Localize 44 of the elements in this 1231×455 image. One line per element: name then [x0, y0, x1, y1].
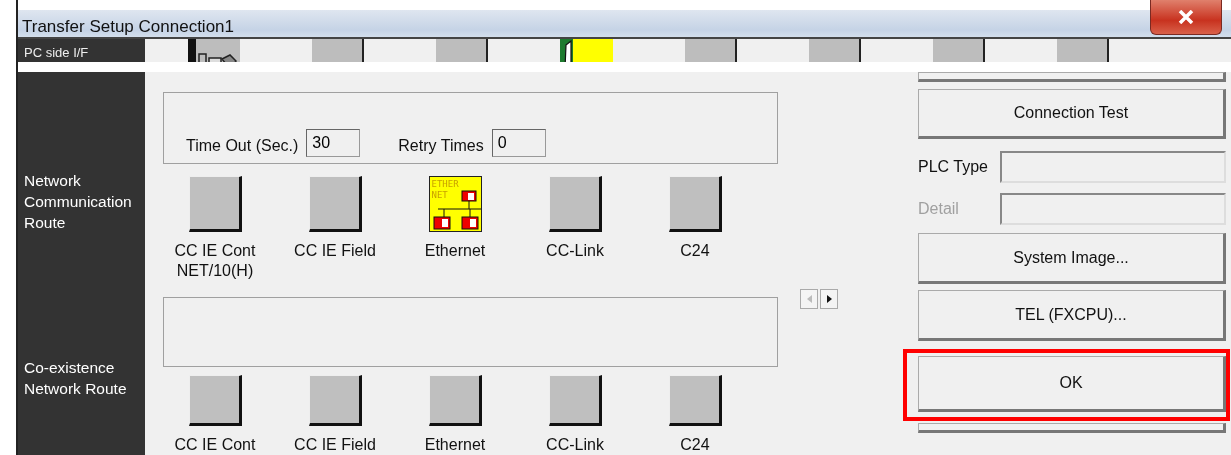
close-icon: [1178, 10, 1194, 24]
row-label: Co-existence Network Route: [24, 358, 128, 399]
route-label: CC-Link: [545, 435, 605, 455]
route-label: CC IE Cont NET/10(H): [173, 241, 257, 281]
partial-button[interactable]: [918, 423, 1226, 433]
route-label: C24: [679, 241, 711, 261]
route-label: CC IE Field: [293, 241, 377, 261]
field-label: Time Out (Sec.): [186, 137, 299, 155]
row-label: Network Communication Route: [24, 171, 133, 233]
route-label: CC-Link: [545, 241, 605, 261]
route-label: CC IE Field: [293, 435, 377, 455]
icon-text: NET: [431, 190, 448, 200]
route-label: CC IE Cont: [173, 435, 257, 455]
field-label: PLC Type: [918, 158, 989, 176]
route-button[interactable]: [428, 375, 482, 426]
route-button[interactable]: [668, 375, 722, 426]
route-button[interactable]: [548, 176, 602, 232]
route-button[interactable]: [308, 176, 362, 232]
field-label: Retry Times: [398, 137, 484, 155]
row-label: PC side I/F: [24, 44, 89, 60]
input-field[interactable]: [1000, 193, 1226, 225]
route-button[interactable]: [308, 375, 362, 426]
route-button[interactable]: [188, 176, 242, 232]
input-field[interactable]: [1000, 151, 1226, 183]
dialog-button[interactable]: System Image...: [918, 233, 1226, 284]
route-label: C24: [679, 435, 711, 455]
route-label: Ethernet: [423, 241, 487, 261]
field-label: Detail: [918, 200, 960, 218]
scroll-right-button[interactable]: [820, 289, 838, 309]
input-field[interactable]: 30: [306, 129, 361, 157]
icon-text: ETHER: [431, 179, 459, 189]
right-arrow-icon: [826, 295, 832, 303]
route-button[interactable]: [188, 375, 242, 426]
input-field[interactable]: 0: [491, 129, 546, 157]
route-button[interactable]: [548, 375, 602, 426]
left-arrow-icon: [806, 295, 812, 303]
dialog-button[interactable]: TEL (FXCPU)...: [918, 290, 1226, 341]
window-title: Transfer Setup Connection1: [22, 17, 235, 37]
close-button[interactable]: [1150, 0, 1222, 35]
route-label: Ethernet: [423, 435, 487, 455]
partial-button[interactable]: [918, 72, 1226, 82]
connection-test-button[interactable]: Connection Test: [918, 89, 1226, 139]
route-button[interactable]: [668, 176, 722, 232]
ok-button[interactable]: OK: [918, 356, 1226, 412]
